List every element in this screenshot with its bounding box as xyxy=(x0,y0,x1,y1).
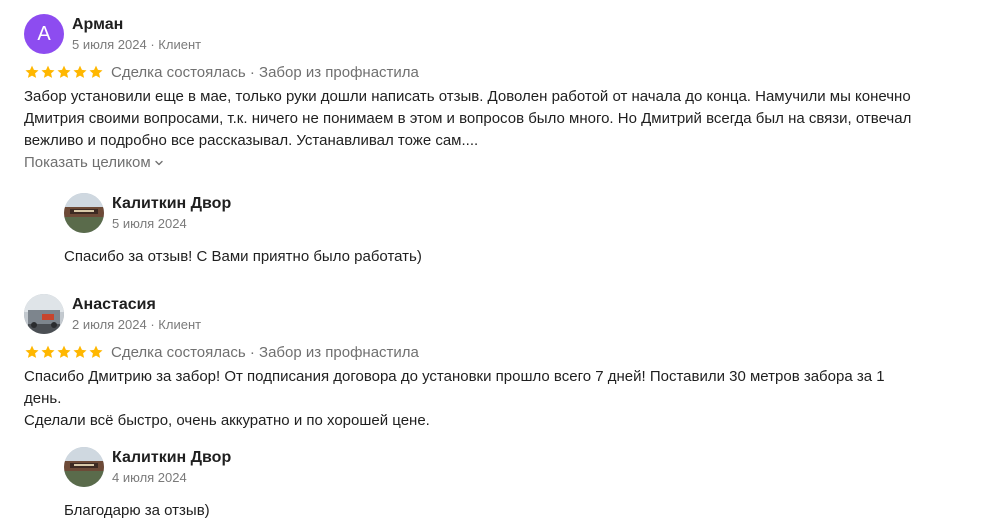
service-name: Забор из профнастила xyxy=(259,63,419,81)
avatar-photo-image xyxy=(24,294,64,334)
reply-header: Калиткин Двор 5 июля 2024 xyxy=(64,193,422,233)
star-icon xyxy=(89,345,103,358)
chevron-down-icon xyxy=(155,160,163,165)
review-meta: 5 июля 2024 · Клиент xyxy=(72,36,201,54)
star-icon xyxy=(41,345,55,358)
deal-status: Сделка состоялась xyxy=(111,63,246,81)
company-avatar[interactable] xyxy=(64,447,104,487)
deal-info: Сделка состоялась · Забор из профнастила xyxy=(111,344,419,361)
review-meta: 2 июля 2024 · Клиент xyxy=(72,316,201,334)
author-name[interactable]: Арман xyxy=(72,15,201,35)
company-name[interactable]: Калиткин Двор xyxy=(112,194,231,214)
star-icon xyxy=(57,65,71,78)
meta-separator: · xyxy=(245,343,260,361)
review-header: А Арман 5 июля 2024 · Клиент xyxy=(24,14,954,54)
reply-author-block: Калиткин Двор 4 июля 2024 xyxy=(112,447,231,487)
deal-info: Сделка состоялась · Забор из профнастила xyxy=(111,64,419,81)
avatar[interactable]: А xyxy=(24,14,64,54)
review-header: Анастасия 2 июля 2024 · Клиент xyxy=(24,294,954,334)
show-more-button[interactable]: Показать целиком xyxy=(24,154,164,171)
reply-item: Калиткин Двор 5 июля 2024 Спасибо за отз… xyxy=(64,193,422,268)
star-rating xyxy=(24,64,104,80)
meta-separator: · xyxy=(245,63,260,81)
show-more-label: Показать целиком xyxy=(24,154,151,171)
author-name[interactable]: Анастасия xyxy=(72,295,201,315)
meta-separator: · xyxy=(146,37,159,52)
avatar[interactable] xyxy=(24,294,64,334)
reply-author-block: Калиткин Двор 5 июля 2024 xyxy=(112,193,231,233)
review-item: А Арман 5 июля 2024 · Клиент Сделка сост… xyxy=(24,14,954,172)
reply-date: 5 июля 2024 xyxy=(112,216,187,231)
star-icon xyxy=(73,65,87,78)
star-icon xyxy=(73,345,87,358)
author-role: Клиент xyxy=(158,37,202,52)
star-icon xyxy=(41,65,55,78)
star-icon xyxy=(25,65,39,78)
reviews-list: А Арман 5 июля 2024 · Клиент Сделка сост… xyxy=(0,0,982,526)
author-block: Арман 5 июля 2024 · Клиент xyxy=(72,14,201,54)
company-logo-image xyxy=(64,447,104,487)
review-item: Анастасия 2 июля 2024 · Клиент Сделка со… xyxy=(24,294,954,432)
deal-status: Сделка состоялась xyxy=(111,343,246,361)
star-icon xyxy=(57,345,71,358)
rating-row: Сделка состоялась · Забор из профнастила xyxy=(24,342,954,362)
reply-header: Калиткин Двор 4 июля 2024 xyxy=(64,447,231,487)
review-date: 5 июля 2024 xyxy=(72,37,147,52)
avatar-letter: А xyxy=(37,22,51,45)
service-name: Забор из профнастила xyxy=(259,343,419,361)
rating-row: Сделка состоялась · Забор из профнастила xyxy=(24,62,954,82)
reply-item: Калиткин Двор 4 июля 2024 Благодарю за о… xyxy=(64,447,231,522)
reply-text: Благодарю за отзыв) xyxy=(64,502,210,519)
review-date: 2 июля 2024 xyxy=(72,317,147,332)
star-rating xyxy=(24,344,104,360)
review-text: Забор установили еще в мае, только руки … xyxy=(24,88,912,149)
author-role: Клиент xyxy=(158,317,202,332)
star-icon xyxy=(89,65,103,78)
star-icon xyxy=(25,345,39,358)
reply-text: Спасибо за отзыв! С Вами приятно было ра… xyxy=(64,248,422,265)
company-name[interactable]: Калиткин Двор xyxy=(112,448,231,468)
review-text: Спасибо Дмитрию за забор! От подписания … xyxy=(24,368,885,429)
meta-separator: · xyxy=(146,317,159,332)
reply-date: 4 июля 2024 xyxy=(112,470,187,485)
company-logo-image xyxy=(64,193,104,233)
company-avatar[interactable] xyxy=(64,193,104,233)
author-block: Анастасия 2 июля 2024 · Клиент xyxy=(72,294,201,334)
